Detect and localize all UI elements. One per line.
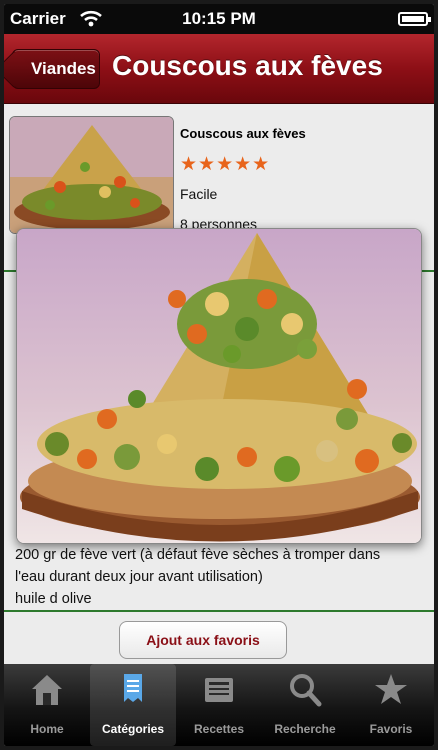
tab-label: Recherche xyxy=(274,722,336,736)
back-button-label: Viandes xyxy=(31,59,96,78)
recipe-info: Couscous aux fèves ★★★★★ Facile 8 person… xyxy=(180,126,306,232)
recipe-name: Couscous aux fèves xyxy=(180,126,306,141)
couscous-photo xyxy=(17,229,421,543)
star-icon xyxy=(375,674,407,704)
tab-recipes[interactable]: Recettes xyxy=(176,664,262,746)
add-to-favorites-button[interactable]: Ajout aux favoris xyxy=(119,621,287,659)
tab-categories[interactable]: Catégories xyxy=(90,664,176,746)
navigation-bar: Viandes Couscous aux fèves xyxy=(4,34,434,104)
tab-favorites[interactable]: Favoris xyxy=(348,664,434,746)
back-button[interactable]: Viandes xyxy=(12,49,100,89)
device-frame: Carrier 10:15 PM Viandes Couscous aux fè… xyxy=(0,0,438,750)
ingredient-line: huile d olive xyxy=(15,591,92,607)
difficulty-label: Facile xyxy=(180,186,218,202)
status-time: 10:15 PM xyxy=(182,9,256,28)
newspaper-icon xyxy=(205,678,233,702)
section-divider xyxy=(4,610,434,612)
ingredient-line: 200 gr de fève vert (à défaut fève sèche… xyxy=(15,547,381,563)
couscous-thumbnail-image xyxy=(10,117,173,233)
recipe-thumbnail[interactable] xyxy=(9,116,174,234)
page-title: Couscous aux fèves xyxy=(112,50,383,81)
search-icon xyxy=(290,674,322,707)
battery-icon xyxy=(398,12,431,26)
tab-label: Home xyxy=(30,722,64,736)
document-icon xyxy=(124,674,142,702)
tab-label: Catégories xyxy=(101,722,165,736)
tab-label: Recettes xyxy=(193,722,245,736)
ingredient-line: l'eau durant deux jour avant utilisation… xyxy=(15,569,263,585)
enlarged-recipe-image[interactable] xyxy=(16,228,422,544)
ingredients-text: 200 gr de fève vert (à défaut fève sèche… xyxy=(15,544,430,610)
rating-stars: ★★★★★ xyxy=(180,154,271,175)
tab-home[interactable]: Home xyxy=(4,664,90,746)
tab-bar: Home Catégories Recettes Recherche Favor… xyxy=(4,664,434,746)
tab-search[interactable]: Recherche xyxy=(262,664,348,746)
status-bar: Carrier 10:15 PM xyxy=(4,4,434,34)
screen: Carrier 10:15 PM Viandes Couscous aux fè… xyxy=(4,4,434,746)
home-icon xyxy=(32,675,62,705)
tab-label: Favoris xyxy=(369,722,413,736)
